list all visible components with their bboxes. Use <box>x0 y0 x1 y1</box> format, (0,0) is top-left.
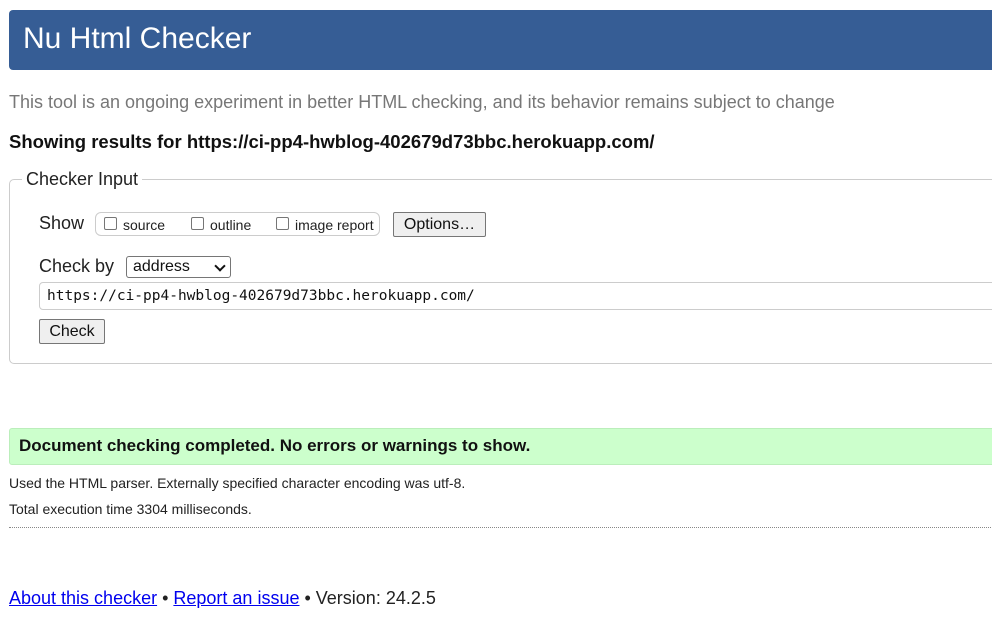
check-by-select[interactable]: address <box>126 256 231 278</box>
outline-checkbox[interactable] <box>191 217 204 230</box>
page-title: Nu Html Checker <box>23 22 252 55</box>
header-bar: Nu Html Checker <box>9 10 992 70</box>
outline-checkbox-label[interactable]: outline <box>210 217 251 233</box>
checker-input-legend: Checker Input <box>22 168 143 190</box>
source-checkbox[interactable] <box>104 217 117 230</box>
show-options-group: source outline image report <box>95 212 380 236</box>
url-input-value: https://ci-pp4-hwblog-402679d73bbc.herok… <box>47 288 475 304</box>
version-text: Version: 24.2.5 <box>315 588 436 608</box>
options-button[interactable]: Options… <box>393 212 486 237</box>
tagline: This tool is an ongoing experiment in be… <box>9 92 835 112</box>
execution-time: Total execution time 3304 milliseconds. <box>9 501 252 517</box>
show-label: Show <box>39 213 85 233</box>
check-by-selected-value: address <box>133 258 190 275</box>
image-report-checkbox[interactable] <box>276 217 289 230</box>
chevron-down-icon <box>214 260 226 272</box>
parser-info: Used the HTML parser. Externally specifi… <box>9 475 466 491</box>
footer: About this checker • Report an issue • V… <box>9 588 436 609</box>
showing-results-heading: Showing results for https://ci-pp4-hwblo… <box>9 131 655 152</box>
check-button[interactable]: Check <box>39 319 105 344</box>
success-message-box: Document checking completed. No errors o… <box>9 428 992 465</box>
divider <box>9 527 992 528</box>
page: Nu Html Checker This tool is an ongoing … <box>0 0 992 623</box>
about-checker-link[interactable]: About this checker <box>9 588 157 608</box>
check-by-label: Check by <box>39 256 115 276</box>
url-input[interactable]: https://ci-pp4-hwblog-402679d73bbc.herok… <box>39 282 992 310</box>
footer-separator: • <box>299 588 316 608</box>
report-issue-link[interactable]: Report an issue <box>173 588 299 608</box>
source-checkbox-label[interactable]: source <box>123 217 165 233</box>
success-message: Document checking completed. No errors o… <box>19 436 531 455</box>
image-report-checkbox-label[interactable]: image report <box>295 217 374 233</box>
footer-separator: • <box>157 588 174 608</box>
